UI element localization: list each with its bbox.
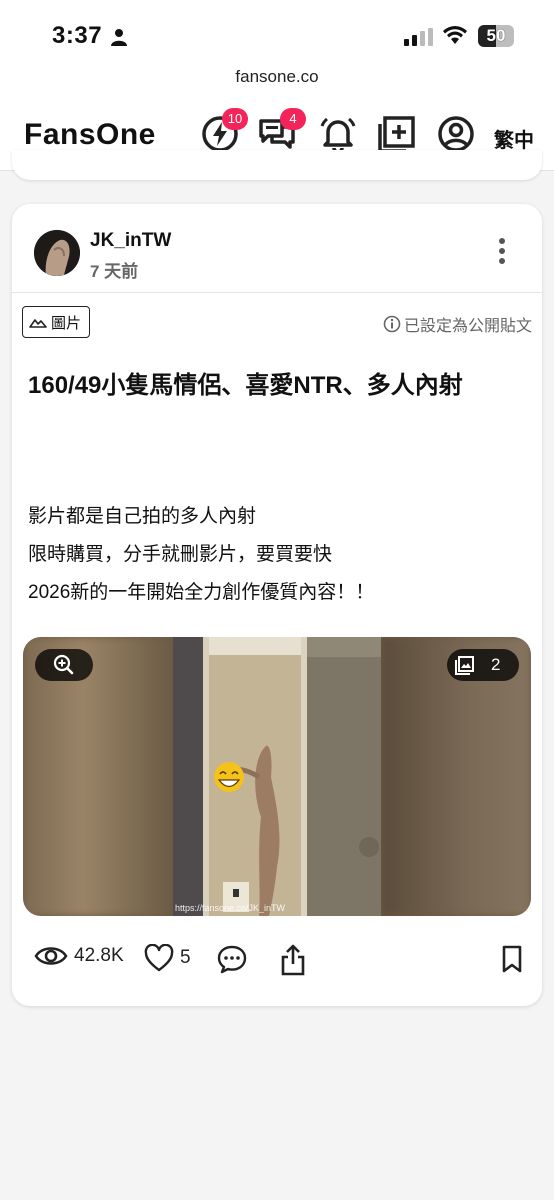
messages-button[interactable]: 4 xyxy=(258,108,306,154)
heart-icon xyxy=(144,944,174,972)
add-box-icon xyxy=(378,116,415,153)
battery-icon: 50 xyxy=(478,25,514,47)
bookmark-icon xyxy=(502,945,522,973)
zoom-in-icon xyxy=(53,654,74,675)
avatar-image xyxy=(34,230,80,276)
zoom-button[interactable] xyxy=(35,649,93,681)
lightning-badge: 10 xyxy=(222,108,248,130)
image-type-icon xyxy=(29,319,47,328)
share-icon xyxy=(281,944,305,976)
brand-logo[interactable]: FansOne xyxy=(24,118,156,152)
post-username[interactable]: JK_inTW xyxy=(90,230,171,252)
post-body: 影片都是自己拍的多人內射 限時購買，分手就刪影片，要買要快 2026新的一年開始… xyxy=(28,498,528,612)
post-card: JK_inTW 7 天前 圖片 已設定為公開貼文 160/49小隻馬情侶、喜愛N… xyxy=(12,204,542,1006)
more-options-icon[interactable] xyxy=(494,236,510,266)
media-watermark: https://fansone.co/JK_inTW xyxy=(175,903,286,913)
post-body-line: 限時購買，分手就刪影片，要買要快 xyxy=(28,544,333,565)
notifications-button[interactable] xyxy=(318,114,358,154)
status-time: 3:37 xyxy=(52,22,103,49)
status-bar: 3:37 50 xyxy=(0,0,554,62)
visibility-note: 已設定為公開貼文 xyxy=(383,312,532,336)
create-post-button[interactable] xyxy=(376,114,416,154)
lightning-button[interactable]: 10 xyxy=(200,108,248,154)
views-stat: 42.8K xyxy=(34,944,124,968)
url-bar[interactable]: fansone.co xyxy=(0,62,554,96)
comment-icon xyxy=(217,945,247,974)
post-actions: 42.8K 5 xyxy=(34,944,524,980)
avatar[interactable] xyxy=(34,230,80,276)
post-media[interactable]: 2 https://fansone.co/JK_inTW xyxy=(23,637,531,916)
bell-icon xyxy=(320,117,356,154)
post-body-line: 2026新的一年開始全力創作優質內容！！ xyxy=(28,582,375,603)
card-divider xyxy=(12,292,542,293)
post-type-tag: 圖片 xyxy=(22,306,91,338)
share-button[interactable] xyxy=(280,944,306,976)
messages-badge: 4 xyxy=(280,108,306,130)
person-icon xyxy=(111,29,127,46)
views-count: 42.8K xyxy=(74,945,124,966)
gallery-icon xyxy=(455,656,474,675)
post-photo[interactable] xyxy=(173,637,381,916)
like-button[interactable]: 5 xyxy=(144,944,191,972)
post-body-line: 影片都是自己拍的多人內射 xyxy=(28,506,257,527)
post-time: 7 天前 xyxy=(90,262,139,281)
image-count: 2 xyxy=(491,655,501,674)
account-circle-icon xyxy=(438,116,474,152)
post-type-label: 圖片 xyxy=(51,314,82,332)
visibility-text: 已設定為公開貼文 xyxy=(403,318,532,335)
battery-level: 50 xyxy=(486,26,506,45)
bookmark-button[interactable] xyxy=(500,944,524,974)
wifi-icon xyxy=(443,26,467,44)
language-switch[interactable]: 繁中 xyxy=(494,124,534,153)
post-title: 160/49小隻馬情侶、喜愛NTR、多人內射 xyxy=(28,372,463,399)
eye-icon xyxy=(34,947,68,965)
cellular-signal-icon xyxy=(404,28,433,46)
profile-button[interactable] xyxy=(436,114,476,154)
previous-post-card xyxy=(12,150,542,180)
likes-count: 5 xyxy=(180,947,191,968)
info-icon xyxy=(383,315,401,333)
image-count-button[interactable]: 2 xyxy=(447,649,519,681)
comment-button[interactable] xyxy=(216,944,248,974)
url-text: fansone.co xyxy=(235,67,319,86)
